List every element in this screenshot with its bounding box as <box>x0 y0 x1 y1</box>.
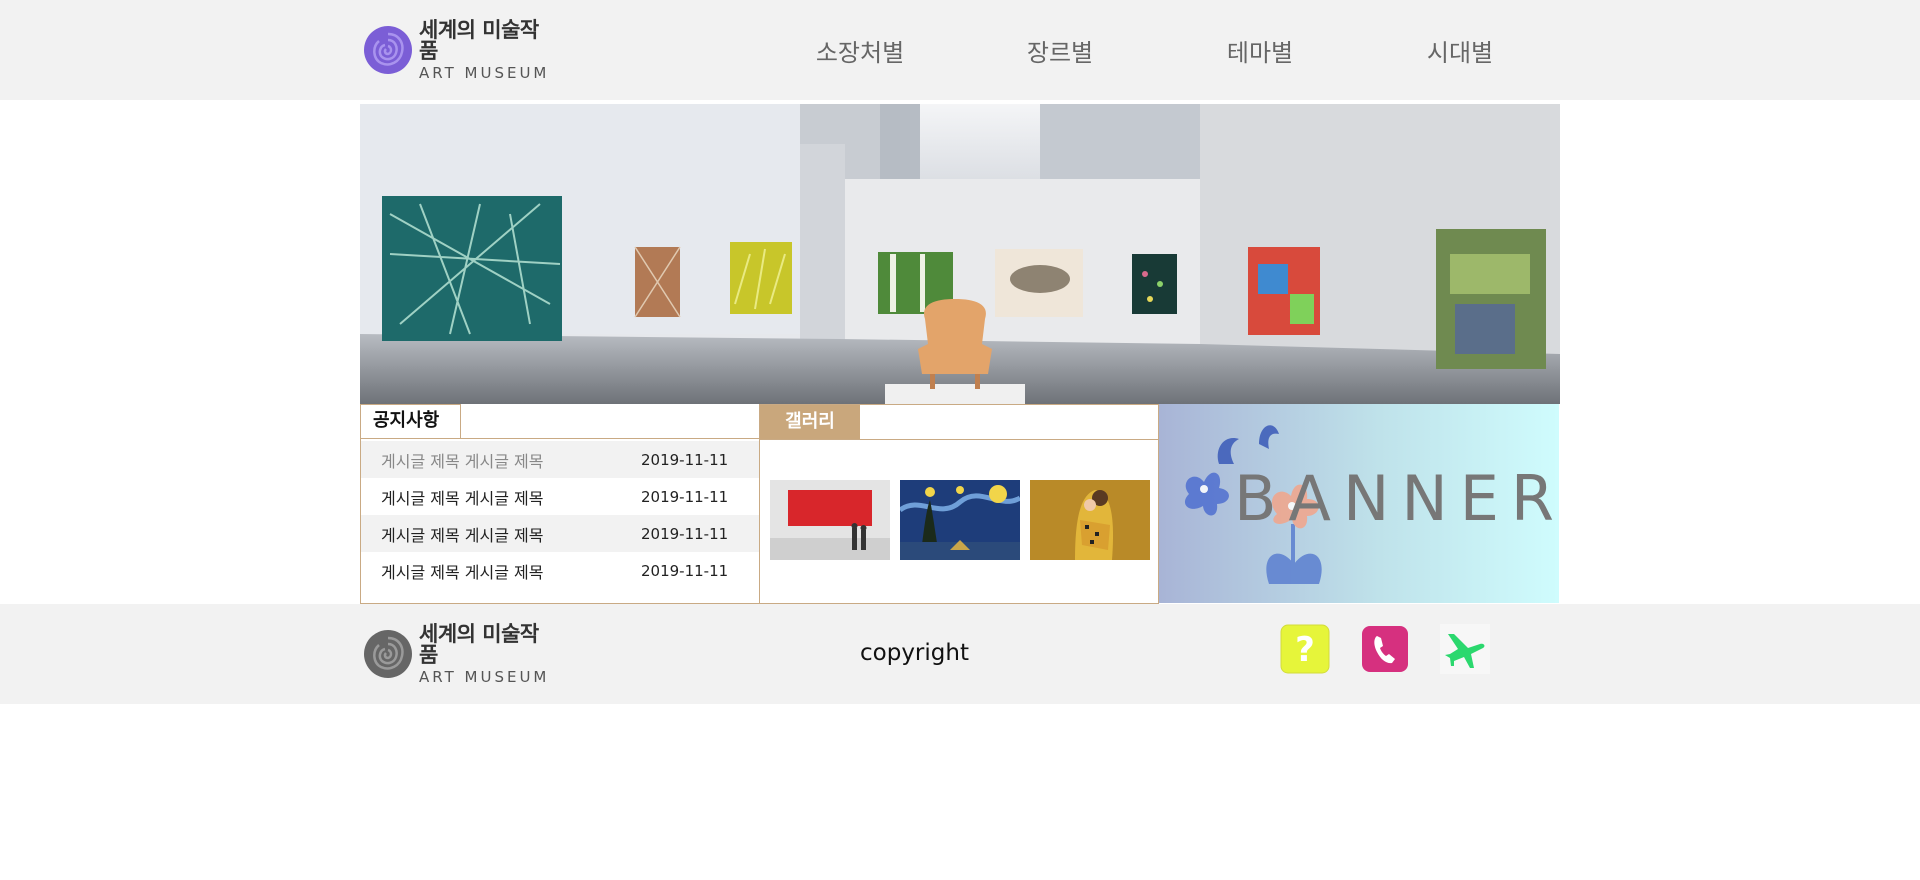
header: 세계의 미술작품 ART MUSEUM 소장처별 장르별 테마별 시대별 <box>360 0 1560 100</box>
notice-date: 2019-11-11 <box>641 487 729 506</box>
gallery-thumb-starry-night[interactable] <box>900 480 1020 560</box>
site-logo[interactable]: 세계의 미술작품 ART MUSEUM <box>363 19 553 80</box>
notice-date: 2019-11-11 <box>641 561 729 580</box>
notice-title[interactable]: 게시글 제목 게시글 제목 <box>361 485 641 509</box>
notice-title[interactable]: 게시글 제목 게시글 제목 <box>361 522 641 546</box>
nav-item-era[interactable]: 시대별 <box>1360 33 1560 68</box>
notice-tabbar: 공지사항 <box>361 404 759 439</box>
gallery-panel: 갤러리 <box>760 404 1159 604</box>
list-item[interactable]: 게시글 제목 게시글 제목 2019-11-11 <box>361 441 759 478</box>
tab-gallery[interactable]: 갤러리 <box>760 405 860 439</box>
logo-title-en: ART MUSEUM <box>419 63 550 82</box>
footer: 세계의 미술작품 ART MUSEUM copyright ? <box>360 604 1560 704</box>
notice-panel: 공지사항 게시글 제목 게시글 제목 2019-11-11 게시글 제목 게시글… <box>360 404 760 604</box>
svg-text:?: ? <box>1295 630 1315 670</box>
gallery-thumbs <box>760 480 1158 560</box>
content-row: 공지사항 게시글 제목 게시글 제목 2019-11-11 게시글 제목 게시글… <box>360 404 1560 604</box>
notice-date: 2019-11-11 <box>641 450 729 469</box>
copyright-text: copyright <box>860 640 969 666</box>
airplane-icon[interactable] <box>1440 624 1490 674</box>
banner-text: BANNER <box>1234 462 1559 535</box>
rose-logo-icon <box>364 26 412 74</box>
list-item[interactable]: 게시글 제목 게시글 제목 2019-11-11 <box>361 515 759 552</box>
footer-bar: 세계의 미술작품 ART MUSEUM copyright ? <box>0 604 1920 704</box>
notice-title[interactable]: 게시글 제목 게시글 제목 <box>361 559 641 583</box>
rose-logo-icon <box>364 630 412 678</box>
footer-logo[interactable]: 세계의 미술작품 ART MUSEUM <box>363 623 553 684</box>
notice-date: 2019-11-11 <box>641 524 729 543</box>
nav-item-theme[interactable]: 테마별 <box>1160 33 1360 68</box>
question-icon[interactable]: ? <box>1280 624 1330 674</box>
notice-title[interactable]: 게시글 제목 게시글 제목 <box>361 448 641 472</box>
nav-item-collection[interactable]: 소장처별 <box>760 33 960 68</box>
gallery-thumb-the-kiss[interactable] <box>1030 480 1150 560</box>
gallery-thumb-red-painting[interactable] <box>770 480 890 560</box>
banner[interactable]: BANNER <box>1159 404 1559 603</box>
main-nav: 소장처별 장르별 테마별 시대별 <box>760 0 1560 100</box>
hero-image <box>360 104 1560 404</box>
footer-icons: ? <box>1280 624 1490 674</box>
list-item[interactable]: 게시글 제목 게시글 제목 2019-11-11 <box>361 552 759 589</box>
notice-list: 게시글 제목 게시글 제목 2019-11-11 게시글 제목 게시글 제목 2… <box>361 441 759 589</box>
footer-logo-title-en: ART MUSEUM <box>419 667 550 686</box>
gallery-hall-image <box>360 104 1560 404</box>
tab-notice[interactable]: 공지사항 <box>361 404 461 438</box>
gallery-tabbar: 갤러리 <box>760 404 1158 440</box>
phone-icon[interactable] <box>1360 624 1410 674</box>
logo-title-ko: 세계의 미술작품 <box>419 17 539 63</box>
nav-item-genre[interactable]: 장르별 <box>960 33 1160 68</box>
footer-logo-title-ko: 세계의 미술작품 <box>419 621 539 667</box>
list-item[interactable]: 게시글 제목 게시글 제목 2019-11-11 <box>361 478 759 515</box>
header-bar: 세계의 미술작품 ART MUSEUM 소장처별 장르별 테마별 시대별 <box>0 0 1920 100</box>
